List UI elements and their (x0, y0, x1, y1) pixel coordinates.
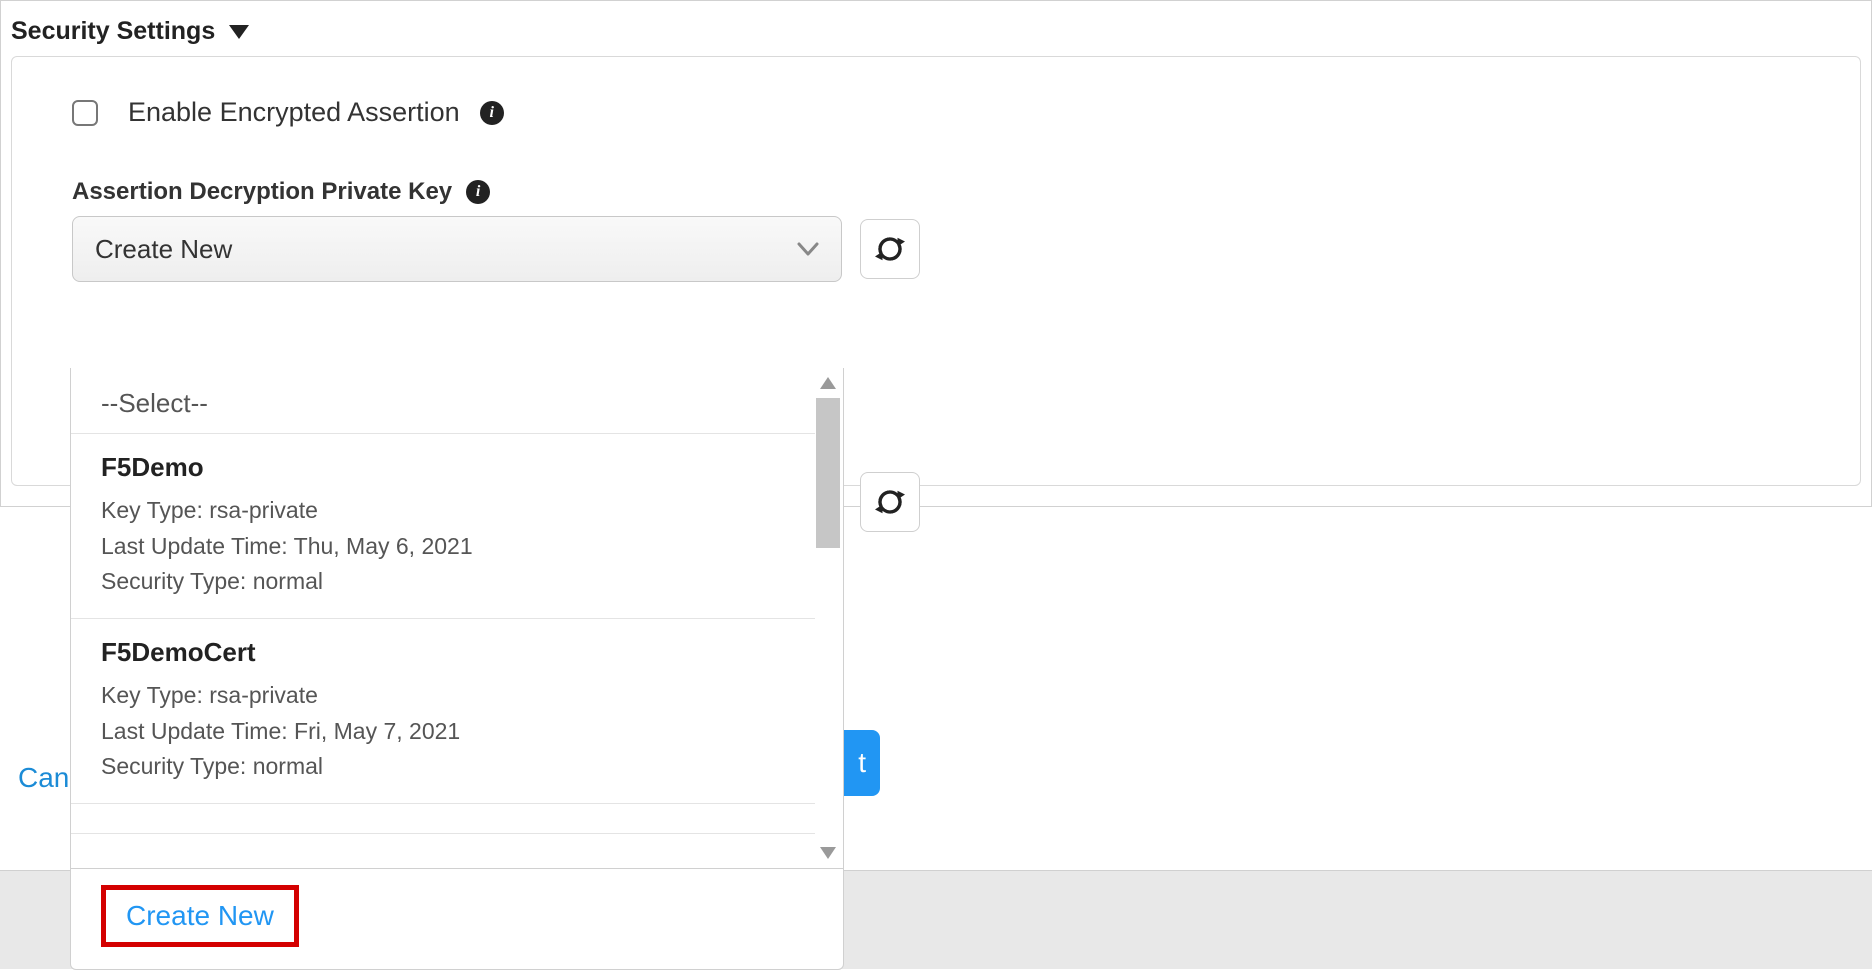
section-header[interactable]: Security Settings (1, 1, 1871, 56)
info-icon[interactable]: i (480, 101, 504, 125)
enable-encrypted-assertion-label: Enable Encrypted Assertion (128, 97, 460, 128)
dropdown-item-title: F5DemoCert (101, 637, 785, 668)
enable-encrypted-assertion-row: Enable Encrypted Assertion i (72, 97, 1800, 128)
section-title: Security Settings (11, 17, 215, 46)
dropdown-item-meta: Key Type: rsa-private Last Update Time: … (101, 678, 785, 785)
assertion-key-select[interactable]: Create New (72, 216, 842, 282)
assertion-key-select-row: Create New (72, 216, 1800, 282)
chevron-down-icon (797, 242, 819, 256)
assertion-key-label: Assertion Decryption Private Key (72, 178, 452, 206)
create-new-option[interactable]: Create New (101, 885, 299, 947)
dropdown-item[interactable]: F5DemoCert Key Type: rsa-private Last Up… (71, 619, 815, 804)
enable-encrypted-assertion-checkbox[interactable] (72, 100, 98, 126)
dropdown-item-title: F5Demo (101, 452, 785, 483)
next-button-label: t (858, 747, 866, 779)
refresh-button[interactable] (860, 219, 920, 279)
dropdown-item-partial[interactable] (71, 804, 815, 834)
assertion-key-label-row: Assertion Decryption Private Key i (72, 178, 1800, 206)
refresh-button[interactable] (860, 472, 920, 532)
assertion-key-select-value: Create New (95, 234, 232, 265)
dropdown-scroll-area[interactable]: --Select-- F5Demo Key Type: rsa-private … (71, 368, 815, 868)
cancel-link[interactable]: Can (18, 762, 69, 794)
scroll-down-icon[interactable] (813, 838, 843, 868)
scrollbar-thumb[interactable] (816, 398, 840, 548)
dropdown-item[interactable]: F5Demo Key Type: rsa-private Last Update… (71, 434, 815, 619)
dropdown-placeholder-option[interactable]: --Select-- (71, 368, 815, 434)
dropdown-footer: Create New (71, 868, 843, 969)
dropdown-item-title (101, 818, 785, 834)
dropdown-scrollbar[interactable] (813, 368, 843, 868)
scroll-up-icon[interactable] (813, 368, 843, 398)
assertion-key-dropdown: --Select-- F5Demo Key Type: rsa-private … (70, 368, 844, 970)
caret-down-icon (229, 25, 249, 39)
dropdown-item-meta: Key Type: rsa-private Last Update Time: … (101, 493, 785, 600)
info-icon[interactable]: i (466, 180, 490, 204)
